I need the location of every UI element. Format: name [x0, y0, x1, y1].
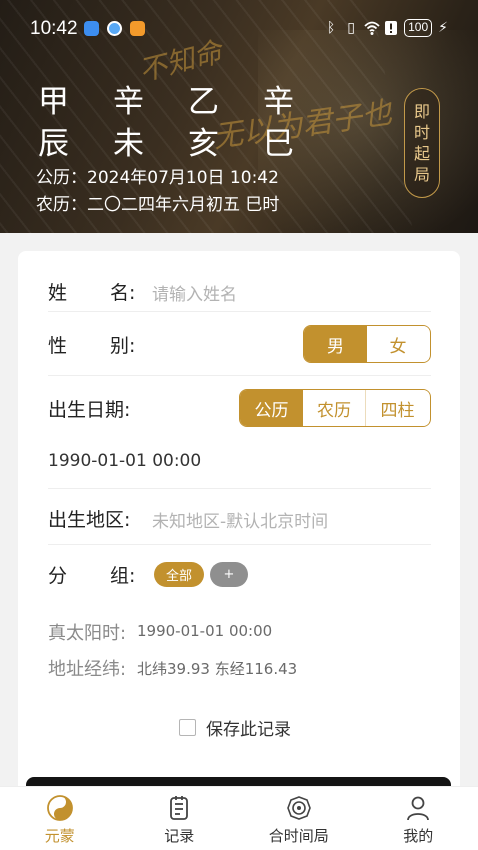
calendar-lunar-option[interactable]: 农历: [303, 390, 366, 426]
divider: [48, 375, 431, 376]
charging-icon: ⚡: [438, 20, 448, 36]
name-input[interactable]: 请输入姓名: [152, 280, 237, 305]
birthdate-label: 出生日期:: [48, 399, 131, 421]
name-label: 姓名:: [48, 282, 136, 304]
true-solar-row: 真太阳时: 1990-01-01 00:00: [48, 619, 431, 645]
birthdate-value[interactable]: 1990-01-01 00:00: [48, 451, 201, 471]
gender-female-option[interactable]: 女: [367, 326, 429, 362]
nav-label: 元蒙: [44, 827, 75, 845]
nav-label: 合时间局: [268, 827, 329, 845]
bottom-nav: 元蒙 记录 合时间局 我的: [0, 786, 478, 850]
group-label: 分组:: [48, 565, 136, 587]
instant-char: 时: [413, 123, 430, 142]
header-banner: 不知命 无以为君子也 10:42 ᛒ ▯ 100 ⚡ 甲 辛 乙 辛 辰 未 亥…: [0, 0, 478, 233]
gender-male-option[interactable]: 男: [304, 326, 367, 362]
birthdate-row: 出生日期: 公历 农历 四柱: [48, 389, 431, 429]
video-notification-icon: [130, 21, 145, 36]
nav-label: 我的: [403, 827, 434, 845]
instant-start-button[interactable]: 即 时 起 局: [404, 88, 440, 198]
nav-label: 记录: [164, 827, 195, 845]
gender-label: 性别:: [48, 335, 136, 357]
gender-row: 性别: 男 女: [48, 325, 431, 365]
birthdate-value-row: 1990-01-01 00:00: [48, 450, 431, 476]
pillars-top-row: 甲 辛 乙 辛: [38, 76, 338, 121]
group-add-button[interactable]: +: [210, 562, 248, 587]
gender-toggle[interactable]: 男 女: [303, 325, 431, 363]
coords-row: 地址经纬: 北纬39.93 东经116.43: [48, 655, 431, 681]
record-icon: [170, 796, 189, 820]
pillar-stem: 辛: [263, 84, 294, 120]
solar-date: 公历：2024年07月10日 10:42: [36, 168, 279, 188]
compass-icon: [286, 796, 311, 820]
save-record-checkbox[interactable]: [179, 719, 196, 736]
battery-indicator: 100: [404, 19, 433, 37]
status-bar: 10:42 ᛒ ▯ 100 ⚡: [0, 0, 478, 60]
user-icon: [407, 796, 430, 821]
coords-label: 地址经纬:: [48, 659, 127, 680]
group-row: 分组: 全部 +: [48, 559, 431, 589]
divider: [48, 488, 431, 489]
pillar-branch: 巳: [263, 126, 294, 162]
pillars-bottom-row: 辰 未 亥 巳: [38, 118, 338, 163]
pillar-stem: 乙: [188, 84, 219, 120]
yinyang-icon: [46, 795, 73, 821]
pillar-branch: 辰: [38, 126, 69, 162]
name-row: 姓名: 请输入姓名: [48, 275, 431, 307]
calendar-pillars-option[interactable]: 四柱: [366, 390, 429, 426]
true-solar-label: 真太阳时:: [48, 623, 127, 644]
browser-notification-icon: [107, 21, 122, 36]
region-label: 出生地区:: [48, 509, 131, 531]
true-solar-value: 1990-01-01 00:00: [137, 622, 273, 640]
save-record-label: 保存此记录: [206, 720, 291, 740]
save-record-option[interactable]: 保存此记录: [179, 715, 291, 740]
coords-value: 北纬39.93 东经116.43: [137, 660, 298, 678]
nav-item-yuanmeng[interactable]: 元蒙: [0, 787, 120, 850]
region-row: 出生地区: 未知地区-默认北京时间: [48, 503, 431, 533]
app-notification-icon: [84, 21, 99, 36]
bluetooth-icon: ᛒ: [326, 20, 336, 36]
pillar-stem: 甲: [38, 84, 69, 120]
region-input[interactable]: 未知地区-默认北京时间: [152, 507, 328, 532]
divider: [48, 311, 431, 312]
instant-char: 局: [413, 165, 430, 184]
group-all-chip[interactable]: 全部: [154, 562, 204, 587]
pillar-stem: 辛: [113, 84, 144, 120]
vibrate-icon: ▯: [347, 20, 355, 36]
instant-char: 起: [413, 144, 430, 163]
input-form-card: 姓名: 请输入姓名 性别: 男 女 出生日期: 公历 农历 四柱 1990-01…: [18, 251, 460, 811]
calendar-type-toggle[interactable]: 公历 农历 四柱: [239, 389, 431, 427]
pillar-branch: 未: [113, 126, 144, 162]
divider: [48, 544, 431, 545]
nav-item-records[interactable]: 记录: [120, 787, 240, 850]
nav-item-profile[interactable]: 我的: [359, 787, 478, 850]
lunar-date: 农历：二〇二四年六月初五 巳时: [36, 195, 280, 215]
instant-char: 即: [413, 102, 430, 121]
alert-icon: [384, 20, 398, 36]
calendar-solar-option[interactable]: 公历: [240, 390, 303, 426]
nav-item-timing[interactable]: 合时间局: [239, 787, 359, 850]
status-time: 10:42: [30, 18, 78, 39]
wifi-icon: [364, 20, 380, 36]
pillar-branch: 亥: [188, 126, 219, 162]
